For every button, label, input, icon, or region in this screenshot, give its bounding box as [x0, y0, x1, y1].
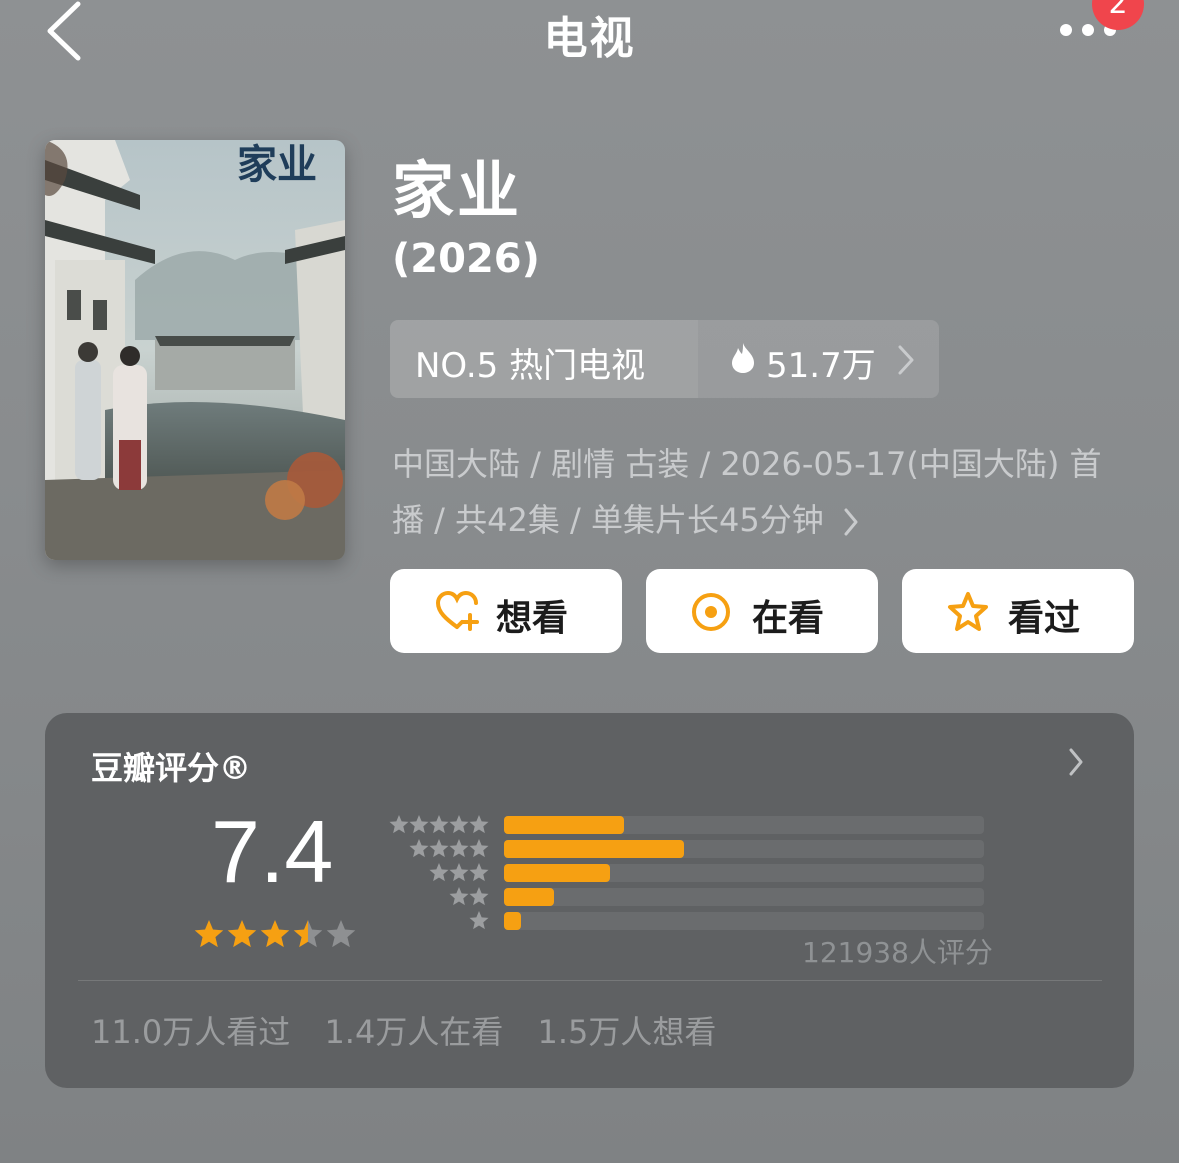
subject-year: (2026) [392, 236, 540, 282]
target-circle-icon [692, 593, 730, 631]
meta-line-2: 播 / 共42集 / 单集片长45分钟 [392, 501, 824, 539]
stat-watched: 11.0万人看过 [91, 1013, 291, 1051]
chevron-right-icon [844, 508, 858, 536]
distribution-star [429, 863, 449, 882]
watch-stats: 11.0万人看过 1.4万人在看 1.5万人想看 [91, 1007, 740, 1053]
heart-plus-icon [435, 591, 479, 631]
divider [78, 980, 1102, 981]
distribution-bar-track [504, 840, 984, 858]
top-nav-bar: 电视 2 [0, 0, 1179, 70]
distribution-bar-5-star [504, 816, 624, 834]
page-title: 电视 [543, 13, 636, 64]
chevron-right-icon [1069, 748, 1083, 776]
distribution-bar-3-star [504, 864, 610, 882]
rating-star [194, 920, 224, 948]
distribution-star [469, 911, 489, 930]
rating-count: 121938人评分 [802, 936, 993, 969]
meta-line-1: 中国大陆 / 剧情 古装 / 2026-05-17(中国大陆) 首 [392, 445, 1102, 483]
stat-watching: 1.4万人在看 [324, 1013, 504, 1051]
star-outline-icon [948, 592, 988, 631]
distribution-bar-track [504, 912, 984, 930]
distribution-star [469, 863, 489, 882]
want-to-watch-label: 想看 [496, 598, 569, 639]
distribution-star-labels [389, 815, 489, 930]
watching-label: 在看 [752, 598, 825, 639]
distribution-star [429, 839, 449, 858]
watched-button[interactable]: 看过 [902, 569, 1134, 653]
distribution-bar-track [504, 864, 984, 882]
distribution-bar-4-star [504, 840, 684, 858]
poster-image[interactable]: 家业 [45, 140, 345, 560]
chevron-right-icon [898, 345, 914, 375]
distribution-star [469, 815, 489, 834]
distribution-bar-1-star [504, 912, 521, 930]
heat-value: 51.7万 [766, 346, 876, 386]
rating-star [326, 920, 356, 948]
distribution-star [469, 887, 489, 906]
watched-label: 看过 [1008, 598, 1081, 639]
distribution-star [409, 815, 429, 834]
subject-meta[interactable]: 中国大陆 / 剧情 古装 / 2026-05-17(中国大陆) 首 播 / 共4… [392, 436, 1132, 548]
distribution-star [449, 839, 469, 858]
flame-icon [732, 343, 754, 373]
rating-score: 7.4 [211, 802, 334, 901]
distribution-bar-track [504, 888, 984, 906]
poster-artwork: 家业 [45, 140, 345, 560]
meta-line-2-wrap: 播 / 共42集 / 单集片长45分钟 [392, 492, 1132, 548]
stat-want: 1.5万人想看 [537, 1013, 717, 1051]
distribution-bar-2-star [504, 888, 554, 906]
rating-star [293, 920, 323, 948]
distribution-star [409, 839, 429, 858]
distribution-star [449, 887, 469, 906]
poster-title-text: 家业 [237, 141, 317, 188]
distribution-bar-track [504, 816, 984, 834]
distribution-star [429, 815, 449, 834]
more-dots-icon [1060, 24, 1072, 36]
subject-title: 家业 [392, 154, 523, 227]
rating-stars [194, 920, 356, 948]
rating-star [260, 920, 290, 948]
distribution-star [449, 815, 469, 834]
rank-heat-pill[interactable]: NO.5 热门电视 51.7万 [390, 320, 939, 398]
rank-label: NO.5 热门电视 [415, 346, 646, 386]
want-to-watch-button[interactable]: 想看 [390, 569, 622, 653]
distribution-star [389, 815, 409, 834]
douban-rating-card[interactable]: 豆瓣评分® 7.4 121938人评分 11.0万人看过 1.4万人在看 1.5… [45, 713, 1134, 1088]
watching-button[interactable]: 在看 [646, 569, 878, 653]
rating-star [227, 920, 257, 948]
distribution-star [449, 863, 469, 882]
rating-card-title: 豆瓣评分® [91, 749, 252, 787]
distribution-star [469, 839, 489, 858]
